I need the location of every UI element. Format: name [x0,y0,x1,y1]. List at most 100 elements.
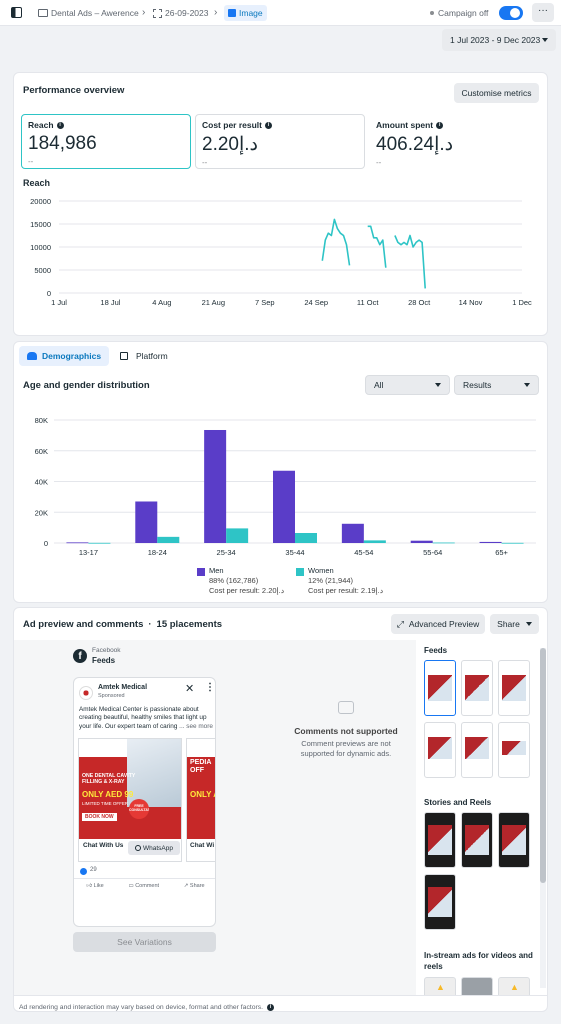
carousel-cta-1: Chat With Us [83,842,124,849]
advanced-preview-button[interactable]: ⤢ Advanced Preview [391,614,485,634]
share-post-label: Share [189,882,205,889]
bar-men-65+ [479,541,502,543]
metric-reach-label: Reach [28,120,54,130]
grid-icon [153,8,162,18]
metric-cost-per-result[interactable]: Cost per result i 2.20د.إ -- [195,114,365,169]
legend-women-swatch [296,568,304,576]
x-tick-label: 1 Dec [512,298,532,307]
placement-thumb-story-4[interactable] [424,874,456,930]
placements-scrollbar[interactable] [540,648,546,988]
close-icon[interactable]: ✕ [185,682,194,695]
placement-thumb-feed-3[interactable] [498,660,530,716]
breadcrumb-campaign[interactable]: Dental Ads – Awerence [38,8,139,18]
warning-icon: ▲ [510,982,519,992]
more-vertical-icon[interactable]: ⋮ [205,682,215,693]
metric-amount-spent[interactable]: Amount spent i 406.24د.إ -- [369,114,539,169]
share-post-button[interactable]: ↗ Share [184,883,205,889]
x-tick-label: 65+ [495,548,508,557]
people-icon [27,352,37,360]
comments-not-supported-title: Comments not supported [294,726,398,736]
filter-results-dropdown[interactable]: Results [454,375,539,395]
y-tick-label: 0 [47,289,51,298]
placement-thumb-feed-2[interactable] [461,660,493,716]
sidebar-toggle-icon[interactable] [11,7,22,18]
x-tick-label: 35-44 [285,548,304,557]
more-options-button[interactable]: ··· [532,3,554,22]
bar-men-25-34 [204,429,227,543]
legend-women-name: Women [308,566,334,575]
section-feeds: Feeds [424,646,448,655]
breadcrumb-ad[interactable]: Image [224,5,267,21]
legend-men-name: Men [209,566,224,575]
x-tick-label: 45-54 [354,548,373,557]
info-icon: i [265,121,272,129]
placement-thumb-story-2[interactable] [461,812,493,868]
image-icon [228,9,236,17]
carousel-cta-2: Chat Wi [190,842,215,849]
x-tick-label: 21 Aug [202,298,225,307]
age-gender-title: Age and gender distribution [23,380,150,391]
x-tick-label: 24 Sep [304,298,328,307]
legend-women-pct: 12% (21,944) [308,576,354,585]
folder-icon [38,9,48,17]
tab-platform-label: Platform [136,351,168,361]
share-preview-label: Share [497,619,520,629]
see-variations-button[interactable]: See Variations [73,932,216,952]
ad-sponsored: Sponsored [98,693,125,699]
x-tick-label: 18-24 [148,548,167,557]
tab-demographics[interactable]: Demographics [19,346,110,366]
carousel-card-1[interactable]: ONE DENTAL CAVITY FILLING & X-RAY ONLY A… [78,738,182,862]
reach-series-line-3 [394,234,426,289]
placement-thumb-instream-1[interactable]: ▲ [424,977,456,995]
carousel-card-2[interactable]: PEDIA OFF ONLY A Chat Wi [186,738,215,862]
top-bar: Dental Ads – Awerence › 26-09-2023 › Ima… [0,0,561,26]
caret-down-icon [525,622,532,626]
ad-headline: ONE DENTAL CAVITY FILLING & X-RAY [82,773,136,785]
age-gender-bar-chart: 0 20K 40K 60K 80K 13-17 18-24 25-34 35-44 45-54 55… [35,416,536,557]
y-tick-label: 15000 [30,220,51,229]
comments-not-supported-desc: Comment previews are not supported for d… [300,739,392,758]
chevron-right-icon: › [142,7,146,18]
performance-title: Performance overview [23,85,125,96]
info-icon: i [267,1003,275,1011]
section-instream: In-stream ads for videos and reels [424,951,533,971]
breadcrumb-adset[interactable]: 26-09-2023 [153,8,208,18]
placement-thumb-feed-1[interactable] [424,660,456,716]
customise-metrics-button[interactable]: Customise metrics [454,83,539,103]
ad-limited-offer: LIMITED TIME OFFER [82,801,129,806]
status-dot-icon [430,11,434,15]
metric-spent-sub: -- [376,158,382,167]
comment-button[interactable]: ▭ Comment [128,883,159,889]
ad-headline-2: PEDIA OFF [190,759,212,774]
likes-count: 29 [90,867,97,873]
placement-thumb-feed-5[interactable] [461,722,493,778]
bar-women-65+ [501,542,524,544]
metric-reach-value: 184,986 [28,133,97,154]
preview-platform: Facebook [92,647,121,654]
performance-overview-card: Performance overview Customise metrics R… [13,72,548,336]
date-range-picker[interactable]: 1 Jul 2023 - 9 Dec 2023 [442,29,556,51]
placement-thumb-story-1[interactable] [424,812,456,868]
breadcrumb-ad-label: Image [239,8,263,18]
placement-thumb-instream-3[interactable]: ▲ [498,977,530,995]
like-button[interactable]: 👍︎ Like [86,883,103,889]
placement-thumb-instream-2[interactable] [461,977,493,995]
y-tick-label: 60K [35,447,48,456]
placement-thumb-feed-6[interactable] [498,722,530,778]
campaign-toggle[interactable] [499,6,523,20]
bar-men-55-64 [410,540,433,543]
tab-platform[interactable]: Platform [114,346,174,366]
share-preview-button[interactable]: Share [490,614,539,634]
see-more-link[interactable]: ... see more [179,723,213,730]
placement-thumb-story-3[interactable] [498,812,530,868]
metric-reach[interactable]: Reach i 184,986 -- [21,114,191,169]
scrollbar-thumb[interactable] [540,648,546,883]
filter-all-dropdown[interactable]: All [365,375,450,395]
footer-text: Ad rendering and interaction may vary ba… [19,1003,264,1011]
legend-men: Men 88% (162,786) Cost per result: 2.20د… [197,566,284,596]
placement-thumb-feed-4[interactable] [424,722,456,778]
footer-note: Ad rendering and interaction may vary ba… [14,995,547,1011]
thumbs-up-icon: 👍︎ [86,882,93,889]
whatsapp-icon [135,845,141,851]
whatsapp-button[interactable]: WhatsApp [128,841,180,855]
